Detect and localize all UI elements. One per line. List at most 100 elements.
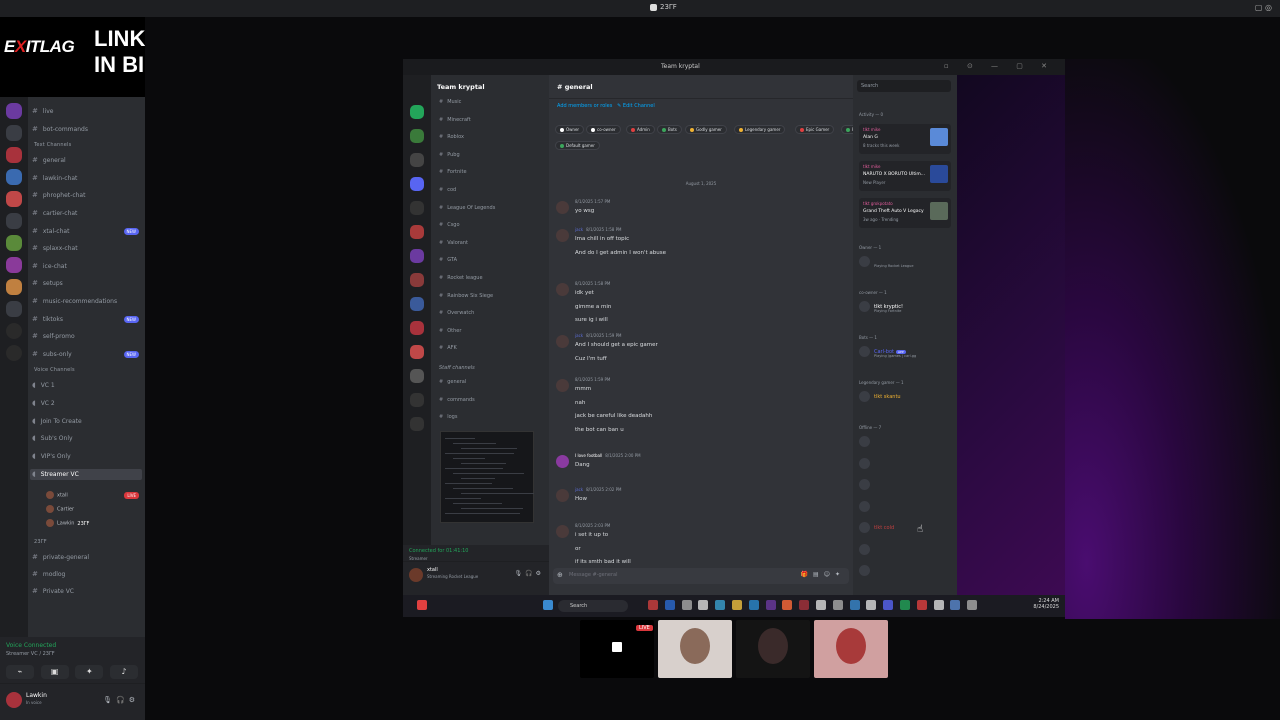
taskbar-app-icon[interactable]: [832, 600, 843, 610]
text-channel[interactable]: # general: [32, 156, 66, 164]
text-channel[interactable]: # bot-commands: [32, 125, 88, 133]
member-item[interactable]: [859, 565, 874, 576]
text-channel[interactable]: # League Of Legends: [439, 205, 495, 211]
text-channel[interactable]: # Fortnite: [439, 169, 467, 175]
role-pill[interactable]: Pro gamer: [841, 125, 853, 134]
text-channel[interactable]: # Music: [439, 99, 461, 105]
role-pill[interactable]: Godly gamer: [685, 125, 727, 134]
text-channel[interactable]: # Overwatch: [439, 310, 474, 316]
server-icon[interactable]: [6, 301, 22, 317]
voice-user[interactable]: xtall: [46, 491, 68, 499]
text-channel[interactable]: # private-general: [32, 553, 89, 561]
text-channel[interactable]: # Rainbow Six Siege: [439, 293, 493, 299]
member-item[interactable]: [859, 500, 874, 512]
add-members-link[interactable]: Add members or roles: [557, 103, 612, 109]
taskbar-app-icon[interactable]: [681, 600, 692, 610]
role-pill[interactable]: Owner: [555, 125, 585, 134]
avatar[interactable]: [556, 201, 569, 214]
text-channel[interactable]: # modlog: [32, 570, 65, 578]
member-item[interactable]: tlkt cold: [859, 522, 894, 533]
composer-tools[interactable]: 🎁▤☺✦: [801, 571, 845, 578]
text-channel[interactable]: # general: [439, 379, 466, 385]
text-channel[interactable]: # phrophet-chat: [32, 191, 85, 199]
avatar[interactable]: [6, 692, 22, 708]
app-icon[interactable]: [417, 600, 427, 610]
member-item[interactable]: [859, 457, 874, 469]
server-icon[interactable]: [410, 177, 424, 191]
server-icon[interactable]: [410, 417, 424, 431]
edit-channel-link[interactable]: Edit Channel: [623, 103, 655, 109]
server-icon[interactable]: [6, 103, 22, 119]
role-pill[interactable]: Default gamer: [555, 141, 600, 150]
text-channel[interactable]: # live: [32, 107, 53, 115]
activity-card[interactable]: tlkt grokpotato Grand Theft Auto V Legacy…: [859, 198, 951, 228]
webcam-tile[interactable]: [658, 620, 732, 678]
message-author[interactable]: jack: [575, 487, 583, 492]
taskbar-app-icon[interactable]: [782, 600, 793, 610]
taskbar-app-icon[interactable]: [866, 600, 877, 610]
voice-channel[interactable]: ◖ Join To Create: [32, 417, 82, 425]
message-author[interactable]: I love football: [575, 453, 602, 458]
screen-share-button[interactable]: ▣: [40, 665, 69, 679]
taskbar-app-icon[interactable]: [950, 600, 961, 610]
text-channel[interactable]: # logs: [439, 414, 457, 420]
avatar[interactable]: [556, 525, 569, 538]
taskbar-app-icon[interactable]: [916, 600, 927, 610]
taskbar-app-icon[interactable]: [933, 600, 944, 610]
avatar[interactable]: [556, 283, 569, 296]
search-input[interactable]: Search: [857, 80, 951, 92]
channel-category[interactable]: 23ΓF: [34, 539, 47, 545]
inner-window-controls[interactable]: ▫ ⊙ — ▢ ✕: [944, 62, 1055, 70]
soundboard-button[interactable]: ♪: [109, 665, 138, 679]
text-channel[interactable]: # Valorant: [439, 240, 468, 246]
server-icon[interactable]: [6, 257, 22, 273]
server-icon[interactable]: [410, 153, 424, 167]
text-channel[interactable]: # GTA: [439, 257, 457, 263]
text-channel[interactable]: # ice-chat: [32, 262, 67, 270]
server-icon[interactable]: [410, 201, 424, 215]
activity-card[interactable]: tlkt mike NARUTO X BORUTO Ultim... New Pla…: [859, 161, 951, 191]
taskbar-app-icon[interactable]: [698, 600, 709, 610]
server-icon[interactable]: [6, 125, 22, 141]
server-icon[interactable]: [6, 147, 22, 163]
avatar[interactable]: [556, 379, 569, 392]
server-icon[interactable]: [410, 225, 424, 239]
server-icon[interactable]: [410, 321, 424, 335]
avatar[interactable]: [409, 568, 423, 582]
role-pill[interactable]: co-owner: [586, 125, 621, 134]
taskbar-app-icon[interactable]: [715, 600, 726, 610]
text-channel[interactable]: # commands: [439, 397, 475, 403]
text-channel[interactable]: # AFK: [439, 345, 457, 351]
voice-channel[interactable]: ◖ Streamer VC: [30, 469, 142, 481]
discover-icon[interactable]: [6, 345, 22, 361]
text-channel[interactable]: # Roblox: [439, 134, 464, 140]
role-pill[interactable]: Epic Gamer: [795, 125, 835, 134]
message-author[interactable]: jack: [575, 227, 583, 232]
taskbar-app-icon[interactable]: [849, 600, 860, 610]
server-icon[interactable]: [410, 369, 424, 383]
taskbar-app-icon[interactable]: [765, 600, 776, 610]
activity-card[interactable]: tlkt mike Alan G 8 tracks this week: [859, 124, 951, 154]
message-composer[interactable]: ⊕ Message #-general 🎁▤☺✦: [553, 568, 849, 584]
channel-category[interactable]: Staff channels: [439, 365, 475, 371]
avatar[interactable]: [556, 455, 569, 468]
role-pill[interactable]: Bots: [657, 125, 682, 134]
taskbar-app-icon[interactable]: [900, 600, 910, 610]
server-icon[interactable]: [6, 279, 22, 295]
windows-start-icon[interactable]: [543, 600, 553, 610]
avatar[interactable]: [556, 229, 569, 242]
member-item[interactable]: tlkt kryptic! Playing Fortnite: [859, 301, 903, 313]
avatar[interactable]: [556, 489, 569, 502]
taskbar-app-icon[interactable]: [967, 600, 978, 610]
server-icon[interactable]: [6, 213, 22, 229]
server-name[interactable]: Team kryptal: [437, 83, 485, 91]
message-author[interactable]: jack: [575, 333, 583, 338]
taskbar-search[interactable]: Search: [558, 600, 628, 612]
voice-channel[interactable]: ◖ VC 1: [32, 381, 55, 389]
voice-user[interactable]: Lawkin 23ΓF: [46, 519, 89, 527]
text-channel[interactable]: # tiktoks: [32, 315, 63, 323]
text-channel[interactable]: # Minecraft: [439, 117, 471, 123]
taskbar-app-icon[interactable]: [664, 600, 675, 610]
voice-channel[interactable]: ◖ Sub's Only: [32, 434, 73, 442]
server-icon[interactable]: [410, 345, 424, 359]
